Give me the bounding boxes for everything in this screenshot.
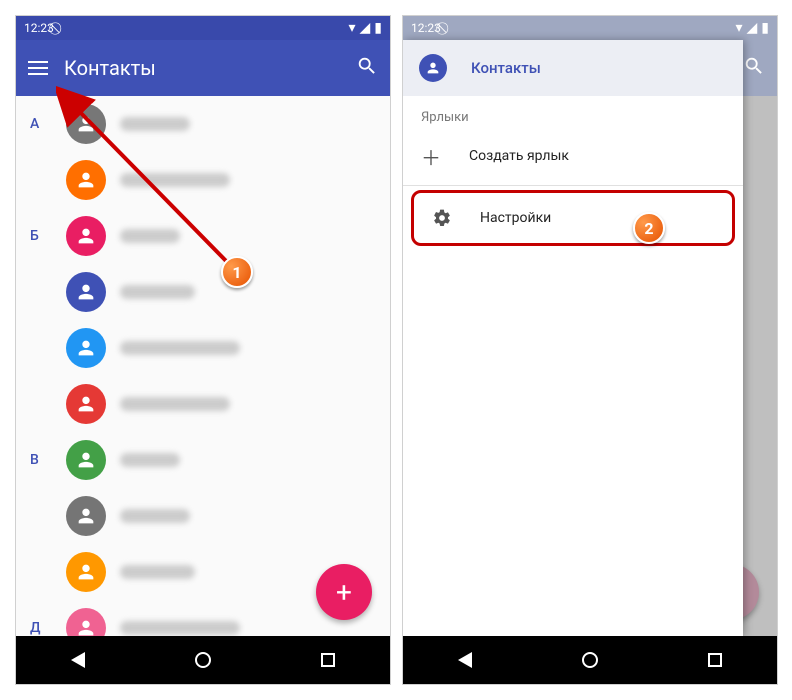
avatar-icon [66,384,106,424]
avatar-icon [66,440,106,480]
contact-row[interactable]: В [16,432,390,488]
contact-name [120,453,180,467]
section-letter: А [30,116,66,132]
avatar-icon [66,552,106,592]
contact-name [120,621,240,635]
contact-list[interactable]: А Б В [16,96,390,636]
contact-name [120,285,195,299]
avatar-icon [66,216,106,256]
status-time: 12:23 [411,21,441,35]
annotation-highlight: Настройки [411,190,735,246]
wifi-icon: ▾ [735,20,742,36]
contact-name [120,565,195,579]
annotation-callout-1: 1 [221,256,253,288]
status-bar: 12:23 ⃠ ▾ ◢ ▮ [403,16,777,40]
contact-row[interactable] [16,264,390,320]
contact-row[interactable] [16,152,390,208]
contact-name [120,397,230,411]
nav-home-icon[interactable] [195,652,211,668]
nav-back-icon[interactable] [458,652,472,668]
section-letter: Б [30,228,66,244]
signal-icon: ◢ [747,20,758,36]
nav-home-icon[interactable] [582,652,598,668]
wifi-icon: ▾ [348,20,355,36]
drawer-section-label: Ярлыки [403,96,743,131]
signal-icon: ◢ [360,20,371,36]
nav-back-icon[interactable] [71,652,85,668]
avatar-icon [66,608,106,636]
section-letter: Д [30,620,66,636]
section-letter: В [30,452,66,468]
nav-bar [16,636,390,684]
contact-name [120,229,180,243]
navigation-drawer: Контакты Ярлыки ＋ Создать ярлык Настройк… [403,40,743,636]
drawer-header: Контакты [403,40,743,96]
avatar-icon [66,160,106,200]
phone-frame-left: 12:23 ⃠ ▾ ◢ ▮ Контакты А Б [15,15,391,685]
avatar-icon [66,328,106,368]
avatar-icon [66,104,106,144]
drawer-title: Контакты [471,59,541,77]
app-title: Контакты [64,56,340,80]
search-icon[interactable] [743,55,765,81]
nav-recent-icon[interactable] [321,653,335,667]
nav-bar [403,636,777,684]
drawer-item-text: Настройки [480,210,551,226]
avatar-icon [66,272,106,312]
contact-row[interactable] [16,488,390,544]
contact-row[interactable] [16,376,390,432]
search-icon[interactable] [356,55,378,81]
contact-name [120,341,240,355]
contact-row[interactable]: А [16,96,390,152]
contact-name [120,117,190,131]
hamburger-menu-icon[interactable] [28,61,48,75]
status-time: 12:23 [24,21,54,35]
add-contact-fab[interactable]: + [316,564,372,620]
phone-frame-right: 12:23 ⃠ ▾ ◢ ▮ + Контакты Ярлыки ＋ Создат… [402,15,778,685]
drawer-item-text: Создать ярлык [469,148,569,164]
contact-row[interactable]: Б [16,208,390,264]
plus-icon: ＋ [421,142,441,171]
contact-name [120,509,190,523]
contact-row[interactable] [16,320,390,376]
app-bar: Контакты [16,40,390,96]
drawer-item-settings[interactable]: Настройки [414,193,732,243]
battery-icon: ▮ [374,20,382,36]
avatar-icon [66,496,106,536]
gear-icon [432,208,452,228]
contact-name [120,173,230,187]
drawer-item-create-label[interactable]: ＋ Создать ярлык [403,131,743,181]
account-avatar-icon [419,54,447,82]
status-bar: 12:23 ⃠ ▾ ◢ ▮ [16,16,390,40]
battery-icon: ▮ [761,20,769,36]
nav-recent-icon[interactable] [708,653,722,667]
annotation-callout-2: 2 [633,212,665,244]
